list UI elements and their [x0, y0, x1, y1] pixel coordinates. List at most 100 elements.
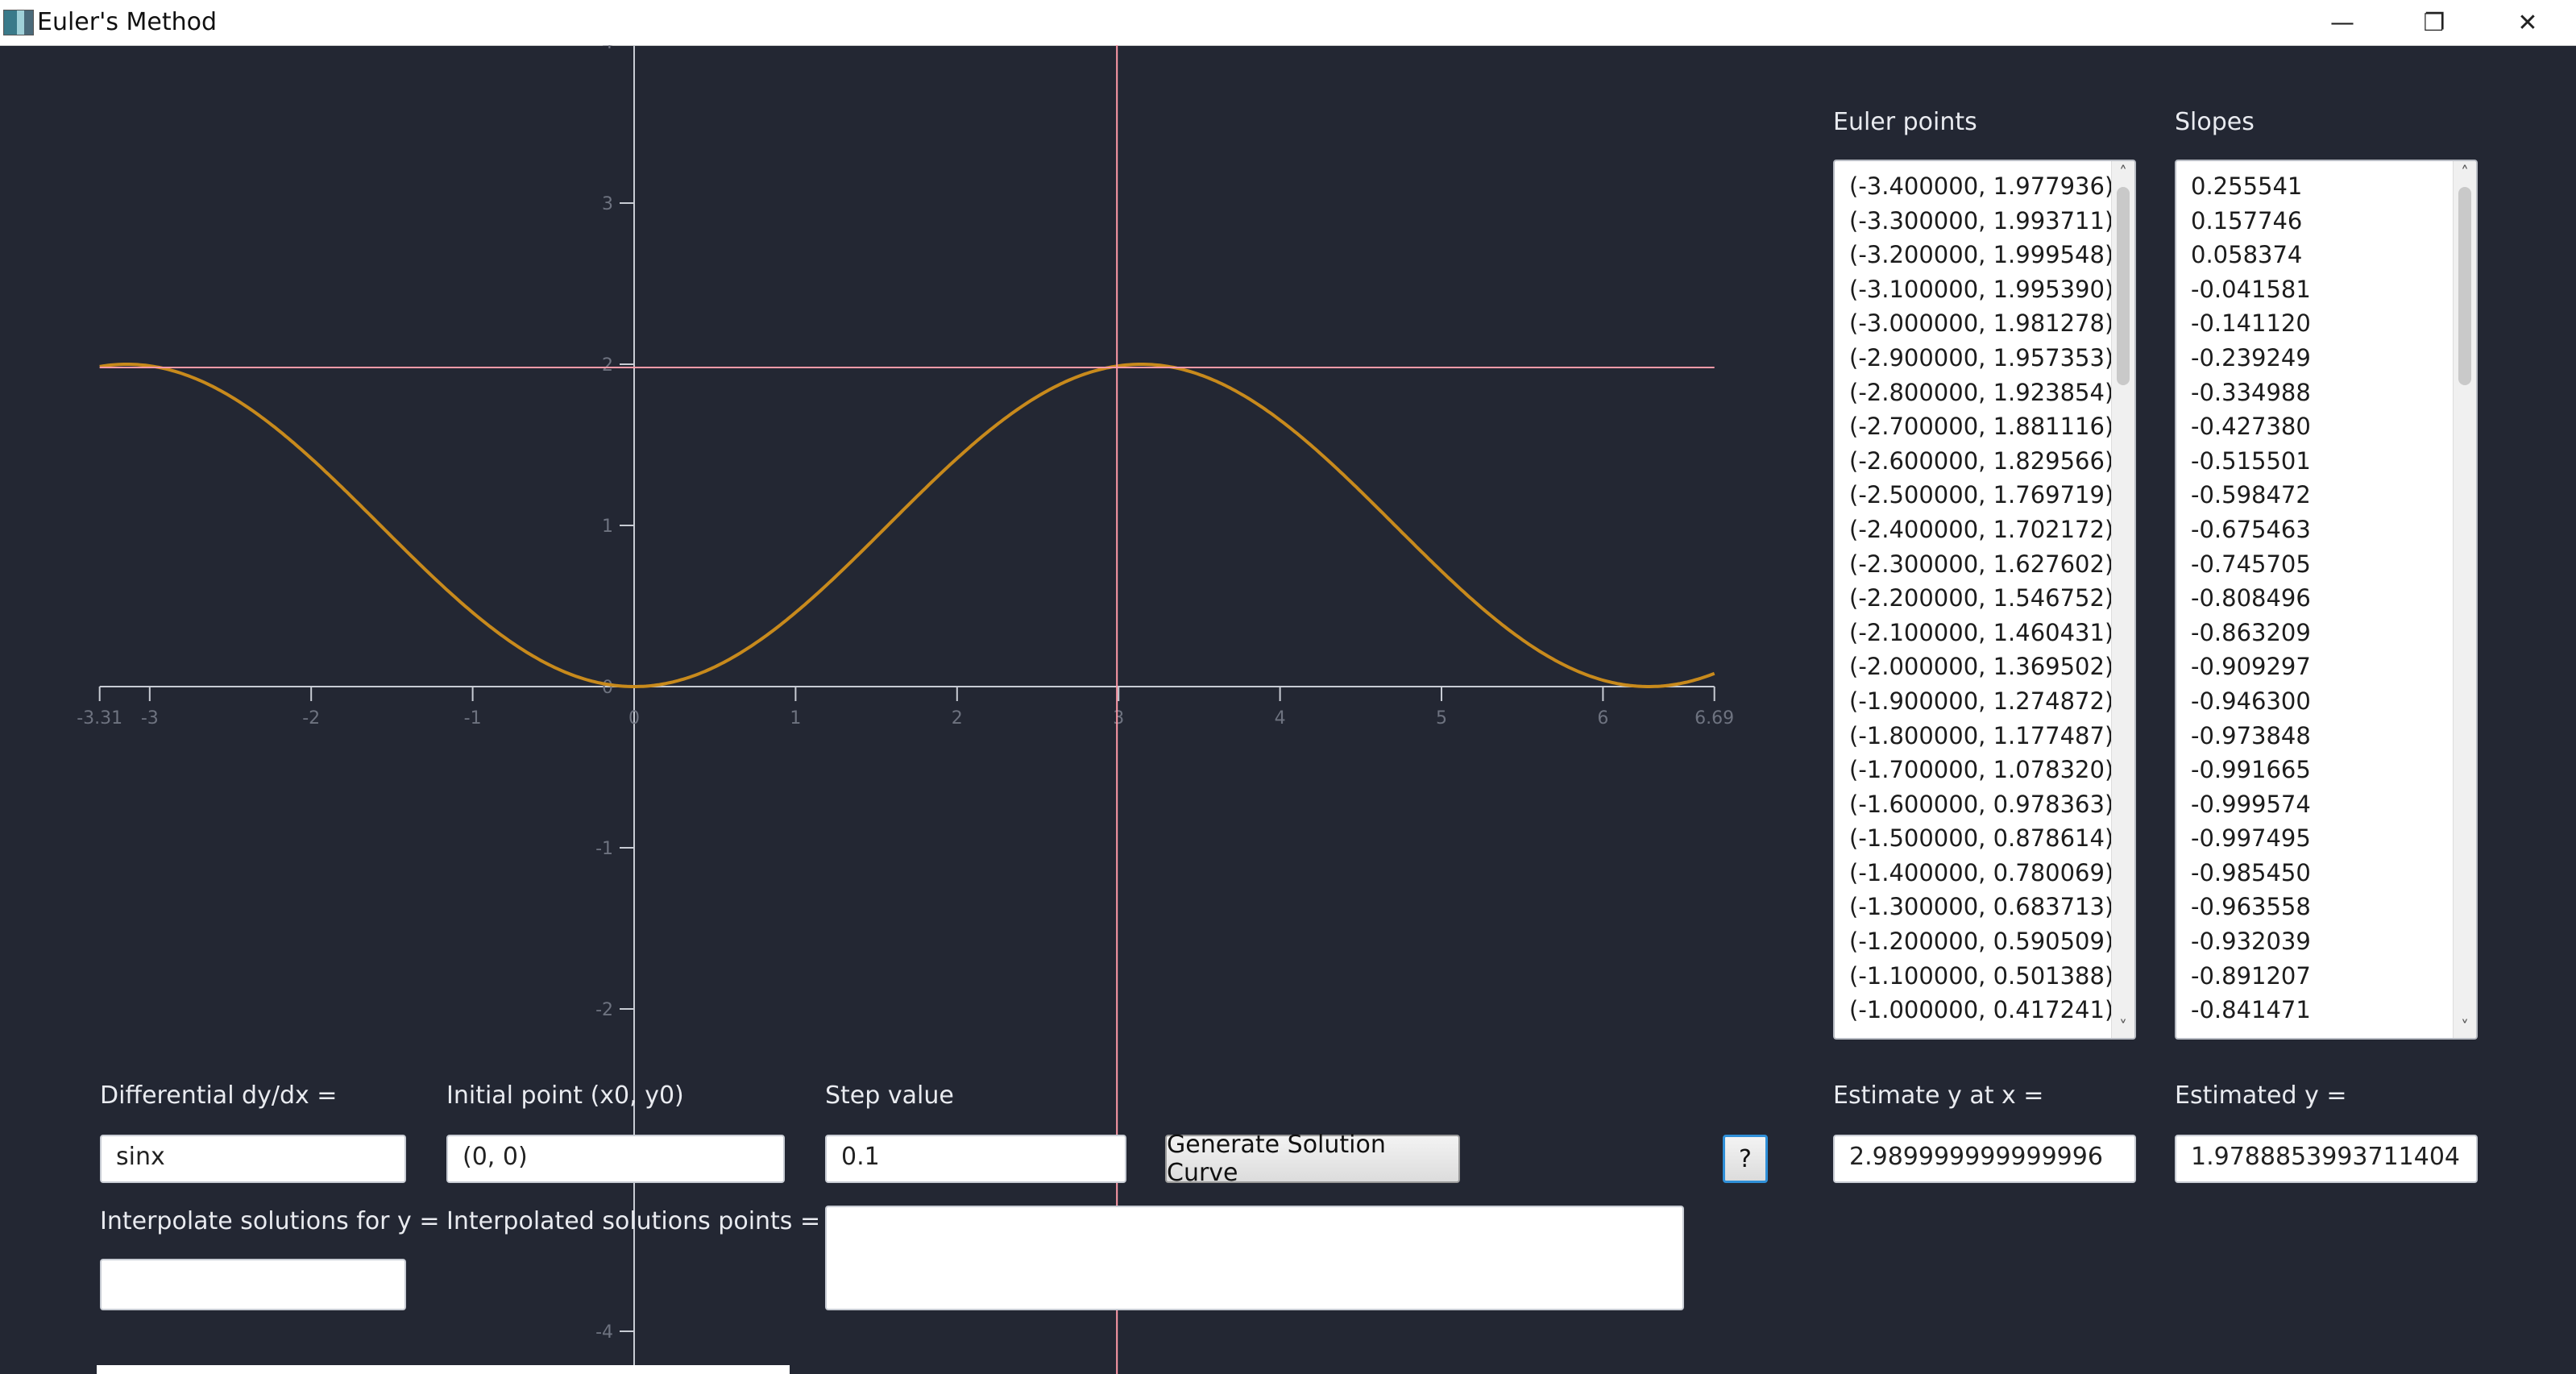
interpolated-points-output[interactable] — [825, 1206, 1684, 1310]
euler-point-item[interactable]: (-2.100000, 1.460431) — [1849, 616, 2113, 650]
slope-item[interactable]: -0.675463 — [2191, 513, 2450, 547]
restore-icon[interactable]: ❐ — [2390, 0, 2479, 45]
slope-item[interactable]: 0.255541 — [2191, 169, 2450, 204]
slope-item[interactable]: -0.808496 — [2191, 581, 2450, 616]
x-tick-label: -3.31 — [77, 708, 122, 729]
help-button[interactable]: ? — [1723, 1135, 1768, 1183]
slope-item[interactable]: -0.863209 — [2191, 616, 2450, 650]
slopes-scrollbar[interactable]: ˄ ˅ — [2453, 161, 2476, 1038]
slope-item[interactable]: -0.991665 — [2191, 753, 2450, 787]
x-tick-label: 5 — [1436, 708, 1447, 729]
differential-input[interactable]: sinx — [100, 1135, 406, 1183]
euler-point-item[interactable]: (-1.400000, 0.780069) — [1849, 856, 2113, 890]
solution-curve — [99, 363, 1715, 688]
close-icon[interactable]: ✕ — [2483, 0, 2572, 45]
euler-point-item[interactable]: (-3.000000, 1.981278) — [1849, 306, 2113, 341]
step-value-label: Step value — [825, 1081, 954, 1110]
euler-point-item[interactable]: (-2.300000, 1.627602) — [1849, 547, 2113, 582]
estimate-x-label: Estimate y at x = — [1833, 1081, 2044, 1110]
euler-point-item[interactable]: (-2.200000, 1.546752) — [1849, 581, 2113, 616]
euler-point-item[interactable]: (-1.100000, 0.501388) — [1849, 959, 2113, 994]
slopes-header: Slopes — [2175, 108, 2255, 136]
slope-item[interactable]: -0.891207 — [2191, 959, 2450, 994]
x-tick-label: 3 — [1113, 708, 1124, 729]
estimated-y-output[interactable]: 1.9788853993711404 — [2175, 1135, 2478, 1183]
euler-point-item[interactable]: (-3.200000, 1.999548) — [1849, 238, 2113, 272]
slopes-list[interactable]: 0.255541 0.157746 0.058374 -0.041581 -0.1411… — [2175, 160, 2478, 1040]
euler-point-item[interactable]: (-2.600000, 1.829566) — [1849, 444, 2113, 479]
generate-solution-curve-button[interactable]: Generate Solution Curve — [1165, 1131, 1460, 1187]
x-tick-label: 6.69 — [1695, 708, 1734, 729]
x-tick-label: 6 — [1597, 708, 1608, 729]
slope-item[interactable]: 0.157746 — [2191, 204, 2450, 239]
x-tick-label: 0 — [628, 708, 640, 729]
euler-point-item[interactable]: (-2.000000, 1.369502) — [1849, 650, 2113, 684]
window-title: Euler's Method — [37, 8, 218, 36]
x-tick-label: -3 — [141, 708, 159, 729]
euler-point-item[interactable]: (-2.800000, 1.923854) — [1849, 376, 2113, 410]
slope-item[interactable]: -0.946300 — [2191, 684, 2450, 719]
x-tick-label: 1 — [790, 708, 801, 729]
euler-point-item[interactable]: (-1.700000, 1.078320) — [1849, 753, 2113, 787]
slope-item[interactable]: -0.239249 — [2191, 341, 2450, 376]
euler-point-item[interactable]: (-1.800000, 1.177487) — [1849, 719, 2113, 753]
slope-item[interactable]: -0.515501 — [2191, 444, 2450, 479]
scroll-up-icon[interactable]: ˄ — [2454, 161, 2476, 184]
slope-item[interactable]: -0.334988 — [2191, 376, 2450, 410]
slope-item[interactable]: -0.141120 — [2191, 306, 2450, 341]
scroll-thumb[interactable] — [2458, 187, 2471, 385]
slope-item[interactable]: 0.058374 — [2191, 238, 2450, 272]
scroll-thumb[interactable] — [2117, 187, 2130, 385]
interpolate-label: Interpolate solutions for y = — [100, 1207, 440, 1235]
euler-point-item[interactable]: (-2.700000, 1.881116) — [1849, 409, 2113, 444]
euler-point-item[interactable]: (-1.300000, 0.683713) — [1849, 890, 2113, 924]
euler-point-item[interactable]: (-1.500000, 0.878614) — [1849, 821, 2113, 856]
step-value-input[interactable]: 0.1 — [825, 1135, 1126, 1183]
slope-item[interactable]: -0.997495 — [2191, 821, 2450, 856]
y-tick-label: 2 — [602, 355, 613, 376]
scroll-down-icon[interactable]: ˅ — [2454, 1015, 2476, 1038]
euler-point-item[interactable]: (-1.900000, 1.274872) — [1849, 684, 2113, 719]
slope-item[interactable]: -0.963558 — [2191, 890, 2450, 924]
y-tick-label: 4 — [602, 45, 613, 53]
taskbar-edge — [97, 1365, 790, 1374]
euler-point-item[interactable]: (-1.200000, 0.590509) — [1849, 924, 2113, 959]
slope-item[interactable]: -0.932039 — [2191, 924, 2450, 959]
euler-point-item[interactable]: (-2.500000, 1.769719) — [1849, 478, 2113, 513]
slope-item[interactable]: -0.841471 — [2191, 993, 2450, 1027]
euler-point-item[interactable]: (-1.000000, 0.417241) — [1849, 993, 2113, 1027]
initial-point-label: Initial point (x0, y0) — [446, 1081, 684, 1110]
euler-scrollbar[interactable]: ˄ ˅ — [2111, 161, 2134, 1038]
euler-points-list[interactable]: (-3.400000, 1.977936) (-3.300000, 1.99371… — [1833, 160, 2136, 1040]
slope-item[interactable]: -0.745705 — [2191, 547, 2450, 582]
euler-point-item[interactable]: (-3.100000, 1.995390) — [1849, 272, 2113, 307]
slope-item[interactable]: -0.041581 — [2191, 272, 2450, 307]
euler-point-item[interactable]: (-2.400000, 1.702172) — [1849, 513, 2113, 547]
slope-item[interactable]: -0.985450 — [2191, 856, 2450, 890]
slope-item[interactable]: -0.427380 — [2191, 409, 2450, 444]
slope-item[interactable]: -0.999574 — [2191, 787, 2450, 822]
slope-item[interactable]: -0.598472 — [2191, 478, 2450, 513]
y-tick-label: 3 — [602, 194, 613, 214]
estimated-y-label: Estimated y = — [2175, 1081, 2347, 1110]
estimate-x-input[interactable]: 2.989999999999996 — [1833, 1135, 2136, 1183]
differential-label: Differential dy/dx = — [100, 1081, 338, 1110]
slope-item[interactable]: -0.909297 — [2191, 650, 2450, 684]
x-tick-label: -2 — [302, 708, 320, 729]
y-tick-label: -2 — [595, 1000, 613, 1020]
title-bar: Euler's Method — ❐ ✕ — [0, 0, 2576, 46]
app-icon — [3, 10, 34, 35]
euler-points-header: Euler points — [1833, 108, 1977, 136]
interpolate-y-input[interactable] — [100, 1259, 406, 1310]
scroll-down-icon[interactable]: ˅ — [2112, 1015, 2134, 1038]
initial-point-input[interactable]: (0, 0) — [446, 1135, 785, 1183]
euler-point-item[interactable]: (-3.400000, 1.977936) — [1849, 169, 2113, 204]
x-tick-label: -1 — [464, 708, 482, 729]
interpolated-points-label: Interpolated solutions points = — [446, 1207, 821, 1235]
euler-point-item[interactable]: (-2.900000, 1.957353) — [1849, 341, 2113, 376]
euler-point-item[interactable]: (-3.300000, 1.993711) — [1849, 204, 2113, 239]
minimize-icon[interactable]: — — [2298, 0, 2387, 45]
slope-item[interactable]: -0.973848 — [2191, 719, 2450, 753]
euler-point-item[interactable]: (-1.600000, 0.978363) — [1849, 787, 2113, 822]
scroll-up-icon[interactable]: ˄ — [2112, 161, 2134, 184]
